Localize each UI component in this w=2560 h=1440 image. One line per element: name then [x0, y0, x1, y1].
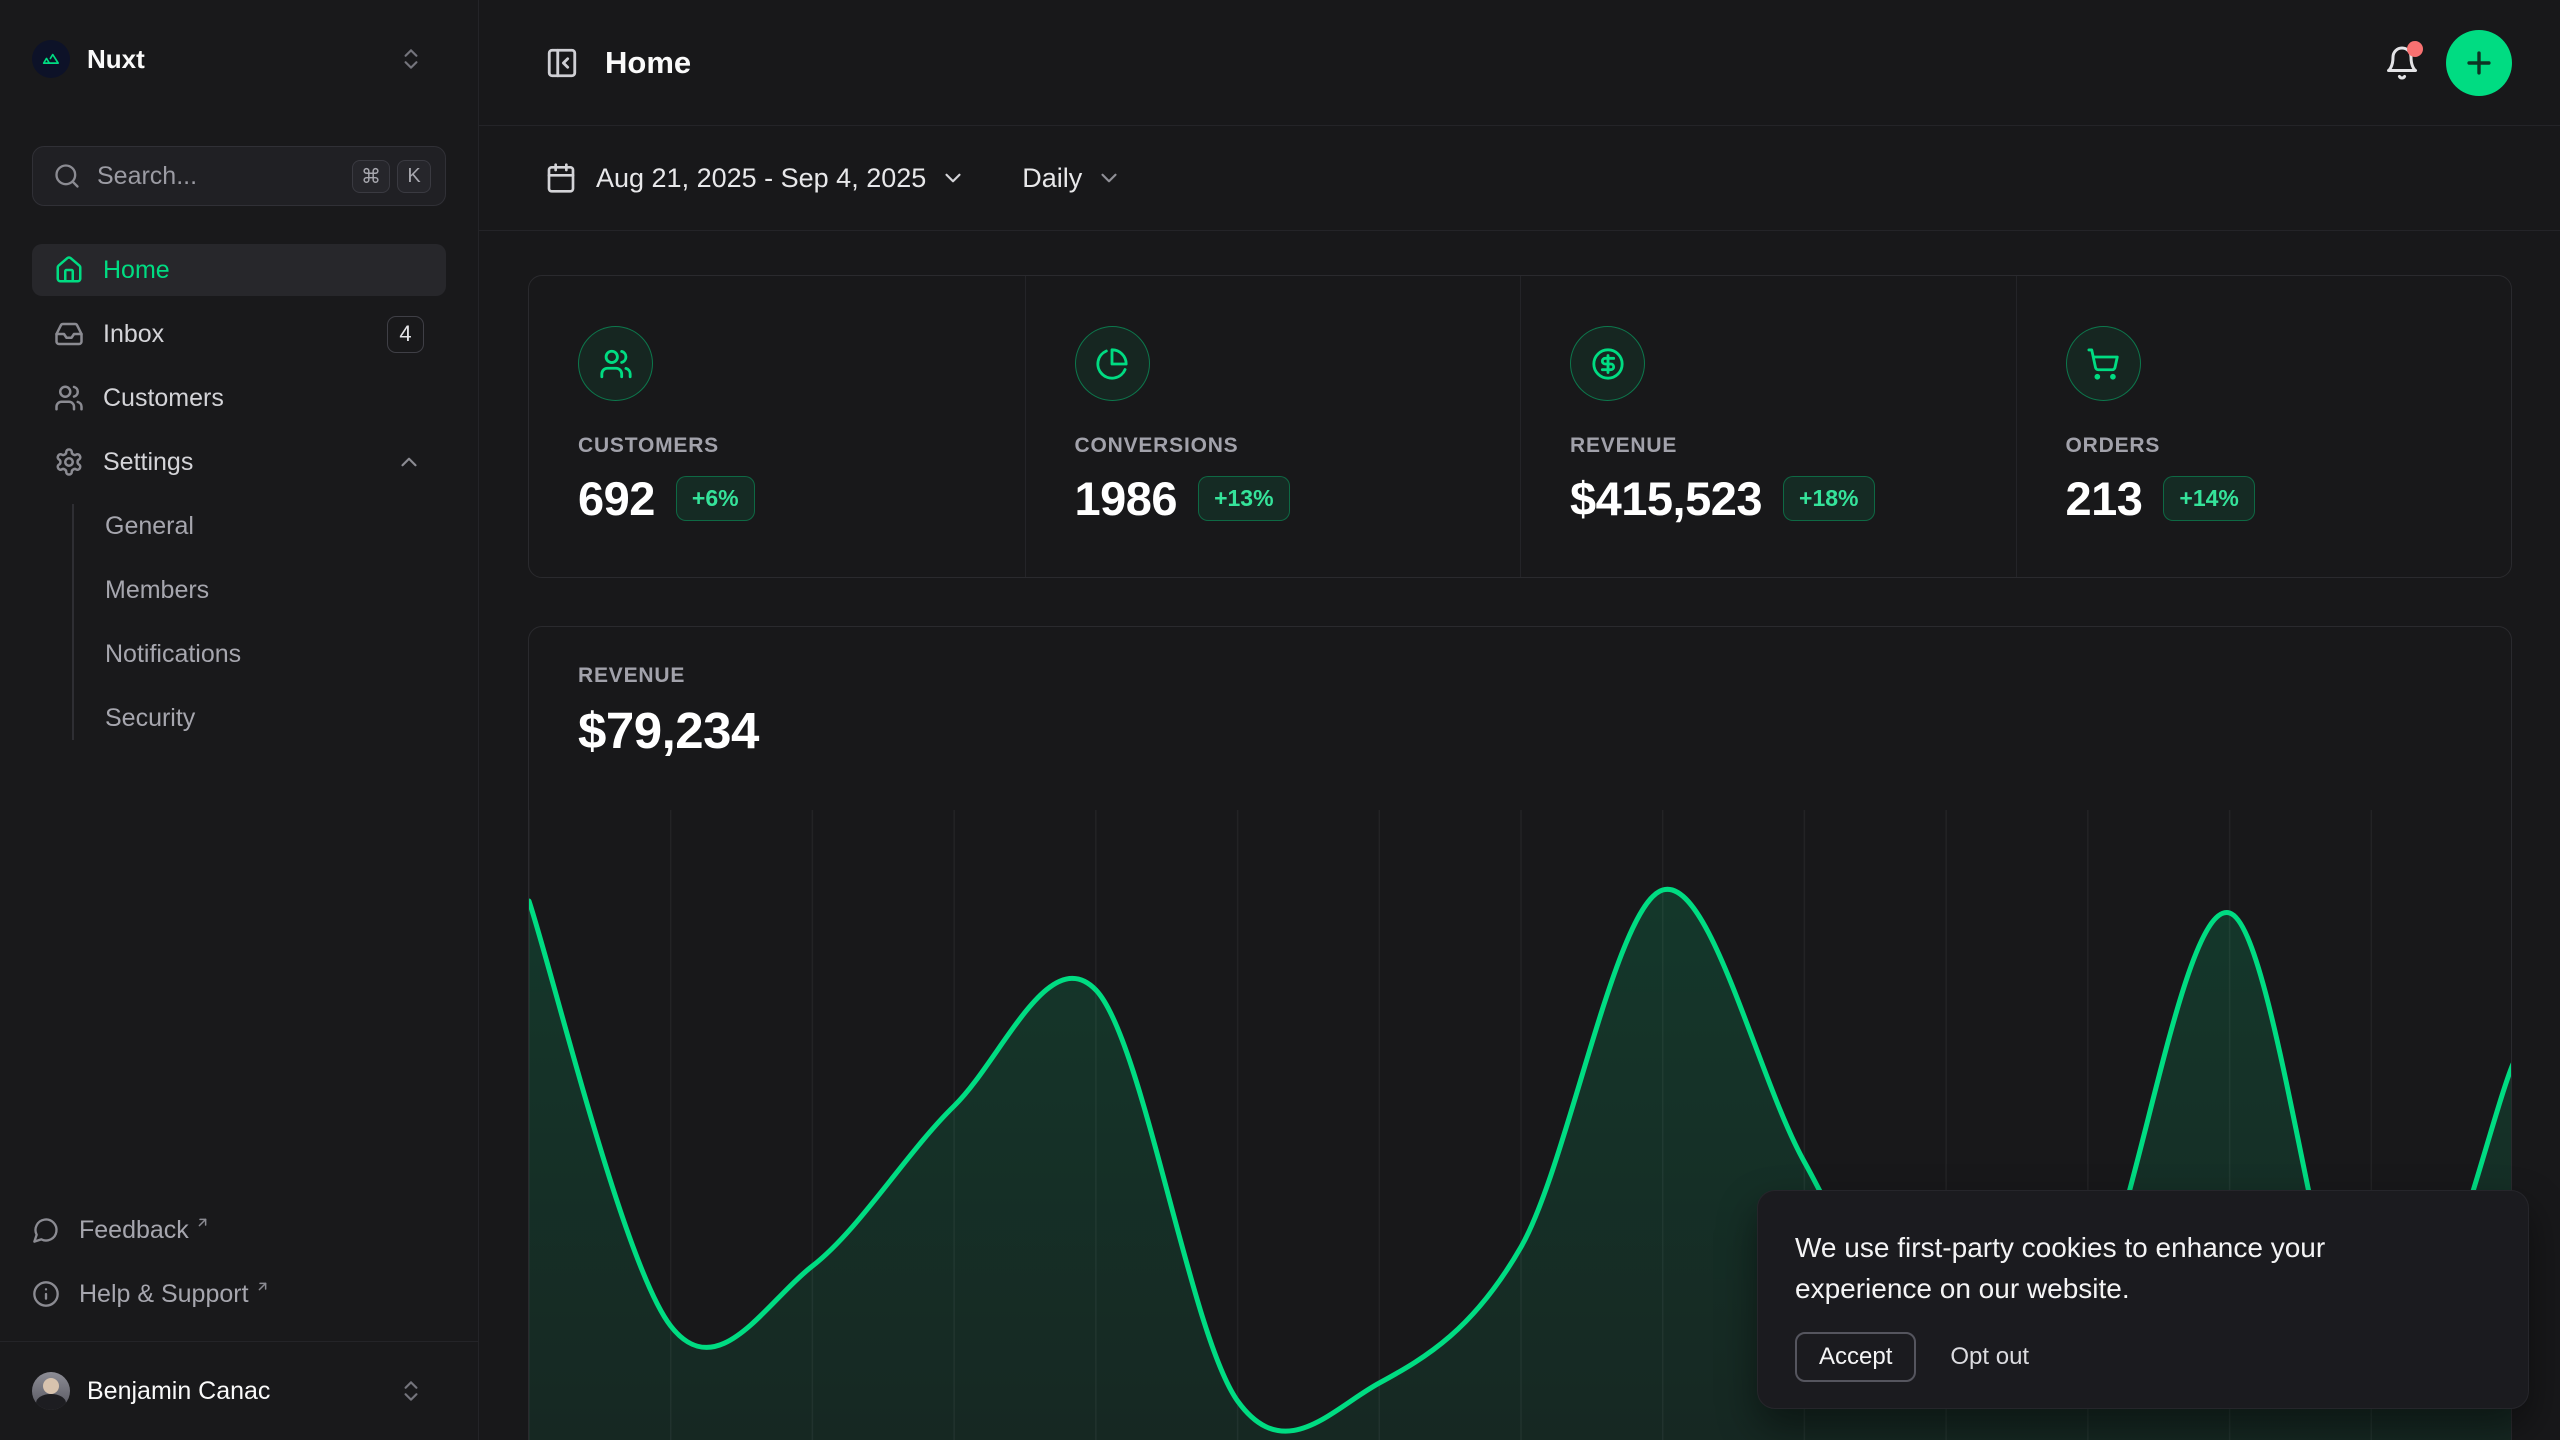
- dollar-circle-icon: [1570, 326, 1645, 401]
- sidebar-item-label: Inbox: [103, 320, 164, 349]
- pie-chart-icon: [1075, 326, 1150, 401]
- sidebar-item-label: Home: [103, 256, 170, 285]
- sidebar-nav: Home Inbox 4 Customers Settings Ge: [32, 244, 446, 744]
- stat-card-orders[interactable]: ORDERS 213 +14%: [2016, 276, 2512, 577]
- opt-out-button[interactable]: Opt out: [1950, 1343, 2029, 1371]
- stats-panel: CUSTOMERS 692 +6% CONVERSIONS 1986 +13%: [528, 275, 2512, 578]
- notifications-bell-button[interactable]: [2384, 45, 2420, 81]
- header-actions: [2384, 30, 2512, 96]
- stat-card-conversions[interactable]: CONVERSIONS 1986 +13%: [1025, 276, 1521, 577]
- sidebar-item-label: Settings: [103, 448, 193, 477]
- info-circle-icon: [32, 1280, 60, 1308]
- external-link-arrow-icon: [195, 1215, 210, 1230]
- stat-value: 692: [578, 471, 655, 526]
- gear-icon: [54, 447, 84, 477]
- notification-dot: [2407, 41, 2423, 57]
- sidebar-item-security[interactable]: Security: [32, 692, 446, 744]
- plus-icon: [2462, 46, 2496, 80]
- help-support-link[interactable]: Help & Support: [32, 1269, 446, 1319]
- accept-button[interactable]: Accept: [1795, 1332, 1916, 1382]
- external-link-arrow-icon: [255, 1279, 270, 1294]
- stat-label: CONVERSIONS: [1075, 434, 1521, 458]
- filters-toolbar: Aug 21, 2025 - Sep 4, 2025 Daily: [479, 126, 2560, 231]
- user-menu[interactable]: Benjamin Canac: [0, 1341, 478, 1440]
- message-circle-icon: [32, 1216, 60, 1244]
- date-range-value: Aug 21, 2025 - Sep 4, 2025: [596, 163, 926, 194]
- stat-value: 213: [2066, 471, 2143, 526]
- house-icon: [54, 255, 84, 285]
- sidebar: Nuxt Search... ⌘ K Home Inbox 4: [0, 0, 479, 1440]
- sidebar-item-members[interactable]: Members: [32, 564, 446, 616]
- sidebar-item-inbox[interactable]: Inbox 4: [32, 308, 446, 360]
- search-icon: [53, 162, 81, 190]
- stat-delta-badge: +18%: [1783, 476, 1874, 521]
- stat-label: ORDERS: [2066, 434, 2512, 458]
- granularity-select[interactable]: Daily: [1022, 163, 1122, 194]
- panel-left-close-icon[interactable]: [545, 46, 579, 80]
- date-range-picker[interactable]: Aug 21, 2025 - Sep 4, 2025: [545, 162, 966, 194]
- kbd-k: K: [397, 160, 431, 193]
- sidebar-item-settings[interactable]: Settings: [32, 436, 446, 488]
- stat-delta-badge: +14%: [2163, 476, 2254, 521]
- granularity-value: Daily: [1022, 163, 1082, 194]
- chevron-down-icon: [1096, 165, 1122, 191]
- add-button[interactable]: [2446, 30, 2512, 96]
- users-icon: [578, 326, 653, 401]
- chevrons-up-down-icon: [398, 1378, 424, 1404]
- feedback-link[interactable]: Feedback: [32, 1205, 446, 1255]
- stat-card-revenue[interactable]: REVENUE $415,523 +18%: [1520, 276, 2016, 577]
- stat-label: CUSTOMERS: [578, 434, 1025, 458]
- cookie-banner: We use first-party cookies to enhance yo…: [1757, 1190, 2529, 1409]
- stat-label: REVENUE: [1570, 434, 2016, 458]
- nuxt-logo-icon: [32, 40, 70, 78]
- settings-submenu: General Members Notifications Security: [32, 500, 446, 744]
- page-header: Home: [479, 0, 2560, 126]
- stat-delta-badge: +6%: [676, 476, 755, 521]
- team-switcher[interactable]: Nuxt: [32, 38, 446, 80]
- chevrons-up-down-icon: [398, 46, 424, 72]
- revenue-label: REVENUE: [578, 664, 2511, 688]
- inbox-count-badge: 4: [387, 316, 424, 353]
- user-name: Benjamin Canac: [87, 1377, 270, 1406]
- sidebar-footer-links: Feedback Help & Support: [32, 1205, 446, 1319]
- sidebar-item-customers[interactable]: Customers: [32, 372, 446, 424]
- avatar: [32, 1372, 70, 1410]
- inbox-icon: [54, 319, 84, 349]
- stat-card-customers[interactable]: CUSTOMERS 692 +6%: [529, 276, 1025, 577]
- stat-value: 1986: [1075, 471, 1178, 526]
- search-input[interactable]: Search... ⌘ K: [32, 146, 446, 206]
- sidebar-item-general[interactable]: General: [32, 500, 446, 552]
- calendar-icon: [545, 162, 577, 194]
- cookie-message: We use first-party cookies to enhance yo…: [1795, 1227, 2455, 1309]
- stat-delta-badge: +13%: [1198, 476, 1289, 521]
- stat-value: $415,523: [1570, 471, 1762, 526]
- users-icon: [54, 383, 84, 413]
- sidebar-spacer: [32, 744, 446, 1205]
- sidebar-item-home[interactable]: Home: [32, 244, 446, 296]
- team-name: Nuxt: [87, 44, 145, 75]
- kbd-command: ⌘: [352, 160, 390, 193]
- page-title: Home: [605, 45, 691, 81]
- chevron-up-icon: [394, 447, 424, 477]
- revenue-value: $79,234: [578, 701, 2511, 760]
- sidebar-item-notifications[interactable]: Notifications: [32, 628, 446, 680]
- chevron-down-icon: [940, 165, 966, 191]
- sidebar-item-label: Customers: [103, 384, 224, 413]
- search-placeholder: Search...: [97, 162, 345, 191]
- shopping-cart-icon: [2066, 326, 2141, 401]
